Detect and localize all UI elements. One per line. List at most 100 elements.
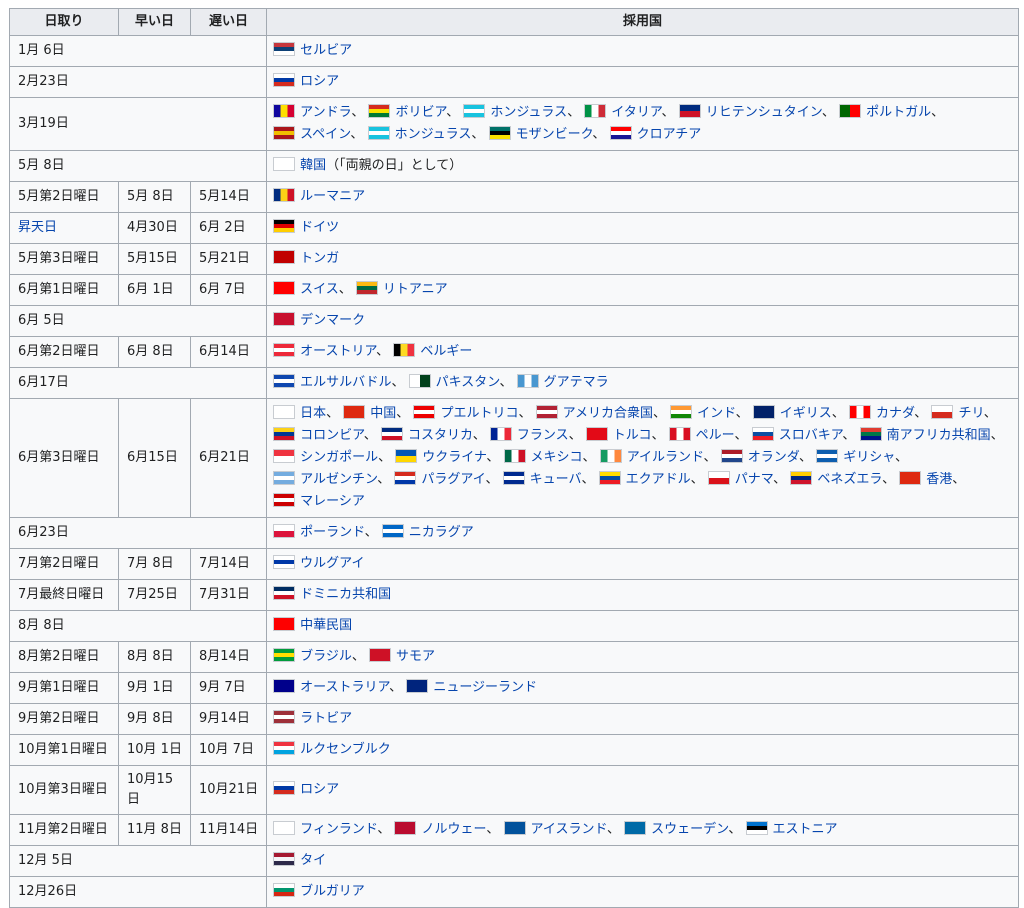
country-link[interactable]: パキスタン [436,375,500,390]
country-link[interactable]: ホンジュラス [395,127,472,142]
country-link[interactable]: パナマ [735,472,773,487]
country-link[interactable]: ボリビア [395,105,446,120]
country-link[interactable]: コスタリカ [408,428,473,443]
country-link[interactable]: オランダ [748,450,799,465]
flag-icon [273,73,296,87]
country-link[interactable]: ホンジュラス [490,105,567,120]
country-link[interactable]: コロンビア [300,428,364,443]
country-link[interactable]: オーストラリア [300,680,389,695]
country-link[interactable]: ニュージーランド [433,680,537,695]
country-link[interactable]: ベネズエラ [817,472,882,487]
country-link[interactable]: エクアドル [626,472,691,487]
country-link[interactable]: トルコ [613,428,652,443]
country-link[interactable]: カナダ [876,406,914,421]
flag-icon [273,449,296,463]
date-cell[interactable]: 昇天日 [9,212,119,244]
country-link[interactable]: ポーランド [300,525,364,540]
country-link[interactable]: オーストリア [300,344,376,359]
country-link[interactable]: タイ [300,853,326,868]
country-link[interactable]: リヒテンシュタイン [706,105,822,120]
country-link[interactable]: サモア [396,649,435,664]
country-link[interactable]: グアテマラ [544,375,609,390]
country-link[interactable]: モザンビーク [516,127,593,142]
country-link[interactable]: セルビア [300,43,352,58]
table-row: 6月17日 エルサルバドル、 パキスタン、 グアテマラ [8,367,1019,399]
country-link[interactable]: スウェーデン [651,822,728,837]
country-link[interactable]: ノルウェー [421,822,486,837]
country-entry: ニカラグア [381,524,474,540]
date-cell: 5月第2日曜日 [9,181,119,213]
country-link[interactable]: アイルランド [627,450,704,465]
country-link[interactable]: インド [697,406,735,421]
countries-cell: ドイツ [266,212,1019,244]
list-separator: 、 [652,406,666,421]
date-cell: 5月 8日 [8,150,268,182]
country-link[interactable]: トンガ [300,251,339,266]
country-link[interactable]: スロバキア [779,428,843,443]
country-link[interactable]: チリ [958,406,983,421]
country-link[interactable]: マレーシア [300,494,365,509]
country-link[interactable]: ドミニカ共和国 [300,587,391,602]
country-link[interactable]: ギリシャ [843,450,895,465]
country-link[interactable]: アンドラ [300,105,351,120]
country-link[interactable]: メキシコ [531,450,583,465]
date-cell: 5月第3日曜日 [9,243,119,275]
country-link[interactable]: ポルトガル [866,105,931,120]
country-link[interactable]: イタリア [611,105,661,120]
country-link[interactable]: ペルー [696,428,735,443]
country-link[interactable]: シンガポール [300,450,378,465]
flag-icon [678,104,701,118]
country-link[interactable]: プエルトリコ [440,406,518,421]
latest-date-cell: 6月 7日 [189,274,268,306]
country-entry: タイ [273,852,326,868]
country-link[interactable]: 日本 [300,406,326,421]
country-link[interactable]: ドイツ [300,220,339,235]
countries-cell: セルビア [266,35,1019,67]
country-link[interactable]: エルサルバドル [300,375,391,390]
flag-icon [899,471,922,485]
country-link[interactable]: ロシア [300,74,339,89]
country-link[interactable]: フランス [517,428,569,443]
country-link[interactable]: 香港 [926,472,952,487]
country-link[interactable]: フィンランド [300,822,377,837]
country-link[interactable]: ベルギー [420,344,472,359]
list-separator: 、 [821,105,835,120]
country-link[interactable]: アイスランド [531,822,607,837]
latest-date-cell: 9月 7日 [189,672,268,704]
countries-cell: タイ [266,845,1019,877]
country-link[interactable]: ウクライナ [422,450,486,465]
flag-icon [273,781,296,795]
list-separator: 、 [486,450,500,465]
country-link[interactable]: エストニア [773,822,838,837]
country-link[interactable]: ロシア [300,782,339,797]
country-link[interactable]: キューバ [530,472,582,487]
country-link[interactable]: スイス [300,282,339,297]
country-link[interactable]: アメリカ合衆国 [563,406,653,421]
table-row: 7月第2日曜日 7月 8日 7月14日 ウルグアイ [9,548,1019,580]
country-link[interactable]: イギリス [780,406,832,421]
country-link[interactable]: リトアニア [383,282,448,297]
country-link[interactable]: ニカラグア [409,525,474,540]
country-link[interactable]: ルーマニア [300,189,365,204]
country-link[interactable]: アルゼンチン [300,472,377,487]
country-link[interactable]: 中華民国 [300,618,352,633]
country-link[interactable]: 韓国 [300,158,326,173]
earliest-date-cell: 6月 1日 [118,274,191,306]
country-entry: ロシア [273,781,339,797]
country-link[interactable]: デンマーク [300,313,365,328]
date-cell: 11月第2日曜日 [9,814,119,846]
country-link[interactable]: スペイン [300,127,350,142]
country-link[interactable]: 中国 [370,406,396,421]
date-text[interactable]: 昇天日 [18,220,57,235]
country-link[interactable]: ラトビア [300,711,352,726]
country-link[interactable]: ウルグアイ [300,556,364,571]
country-link[interactable]: パラグアイ [421,472,485,487]
flag-icon [273,42,296,56]
flag-icon [369,648,391,662]
country-link[interactable]: ブルガリア [300,884,365,899]
country-link[interactable]: ルクセンブルク [300,742,391,757]
country-link[interactable]: ブラジル [300,649,352,664]
country-link[interactable]: 南アフリカ共和国 [887,428,991,443]
flag-icon [395,449,418,463]
country-link[interactable]: クロアチア [637,127,702,142]
